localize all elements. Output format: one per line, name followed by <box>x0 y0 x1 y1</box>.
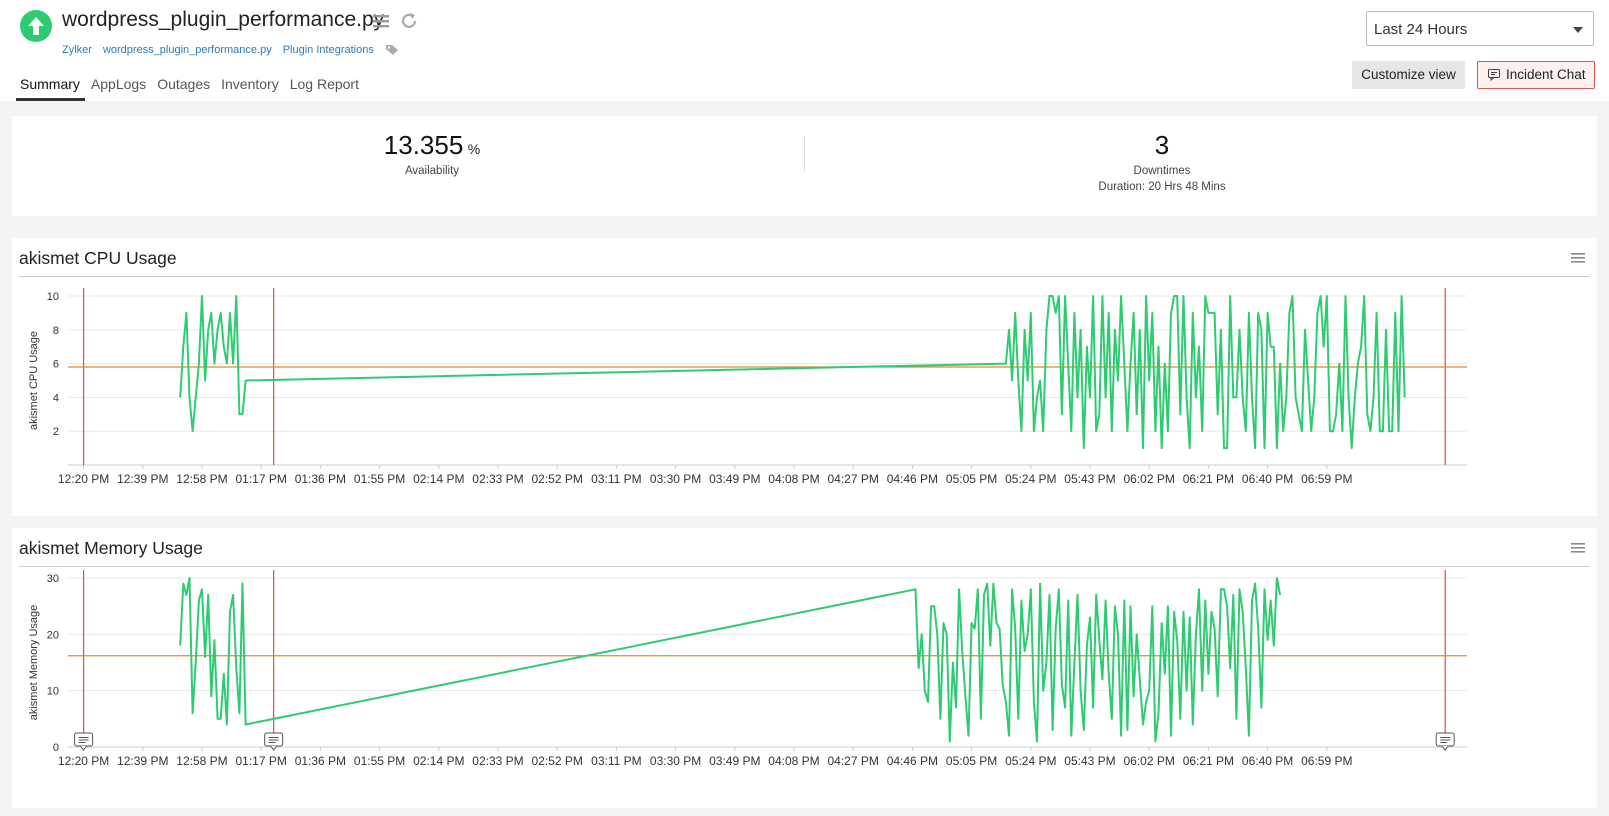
downtimes-label: Downtimes <box>1133 165 1191 177</box>
y-tick-label: 0 <box>53 742 59 754</box>
tag-icon[interactable] <box>385 44 399 56</box>
x-tick-label: 05:24 PM <box>1005 754 1056 768</box>
link-monitor[interactable]: wordpress_plugin_performance.py <box>103 44 272 56</box>
menu-icon[interactable] <box>372 12 390 30</box>
stats-divider <box>804 136 805 171</box>
x-tick-label: 03:11 PM <box>591 472 641 486</box>
x-tick-label: 05:43 PM <box>1064 472 1115 486</box>
x-tick-label: 03:49 PM <box>709 754 760 768</box>
x-tick-label: 06:40 PM <box>1242 472 1293 486</box>
x-tick-label: 06:21 PM <box>1183 472 1234 486</box>
x-tick-label: 12:20 PM <box>58 472 109 486</box>
memory-usage-chart: 0 10 20 30 akismet Memory Usage 12:20 PM 12:39… <box>28 570 1467 768</box>
tab-outages[interactable]: Outages <box>153 74 215 101</box>
y-tick-label: 4 <box>53 392 59 404</box>
availability-value: 13.355 <box>383 130 464 160</box>
downtime-duration: Duration: 20 Hrs 48 Mins <box>1098 181 1226 193</box>
x-tick-label: 02:52 PM <box>531 472 582 486</box>
header: wordpress_plugin_performance.py Zylker w… <box>0 0 1609 101</box>
incident-chat-label: Incident Chat <box>1506 67 1586 82</box>
x-tick-label: 03:49 PM <box>709 472 760 486</box>
tab-inventory[interactable]: Inventory <box>217 74 284 101</box>
x-tick-label: 02:33 PM <box>472 472 523 486</box>
x-tick-label: 04:27 PM <box>827 754 878 768</box>
availability-stat: 13.355 % Availability <box>332 130 532 177</box>
stats-panel: 13.355 % Availability 3 Downtimes Durati… <box>12 116 1597 216</box>
x-tick-label: 02:52 PM <box>531 754 582 768</box>
downtimes-stat: 3 Downtimes Duration: 20 Hrs 48 Mins <box>1062 130 1262 193</box>
x-tick-label: 03:11 PM <box>591 754 641 768</box>
y-tick-label: 2 <box>53 426 59 438</box>
x-tick-label: 12:58 PM <box>176 472 227 486</box>
x-tick-label: 04:27 PM <box>827 472 878 486</box>
x-tick-label: 06:02 PM <box>1123 754 1174 768</box>
y-tick-label: 6 <box>53 359 59 371</box>
series-line <box>179 295 1406 450</box>
tab-applogs[interactable]: AppLogs <box>87 74 151 101</box>
x-tick-label: 01:36 PM <box>295 472 346 486</box>
incident-chat-button[interactable]: Incident Chat <box>1477 61 1595 89</box>
y-tick-label: 10 <box>47 291 59 303</box>
y-axis-title: akismet Memory Usage <box>28 605 40 721</box>
availability-unit: % <box>467 141 481 157</box>
x-tick-label: 06:02 PM <box>1123 472 1174 486</box>
cpu-usage-chart: 2 4 6 8 10 akismet CPU Usage 12:20 PM 12:39 PM 1… <box>28 288 1467 486</box>
availability-label: Availability <box>404 165 460 177</box>
x-tick-label: 04:08 PM <box>768 472 819 486</box>
x-tick-label: 01:17 PM <box>235 754 286 768</box>
x-tick-label: 04:46 PM <box>887 472 938 486</box>
x-tick-label: 01:55 PM <box>354 754 405 768</box>
x-tick-label: 06:21 PM <box>1183 754 1234 768</box>
status-up-icon <box>20 10 52 42</box>
cpu-usage-panel: akismet CPU Usage 2 4 6 8 10 akismet CPU Usag… <box>12 238 1597 516</box>
y-tick-label: 30 <box>47 573 59 585</box>
time-range-select[interactable]: Last 24 Hours <box>1366 11 1594 46</box>
x-tick-label: 01:17 PM <box>235 472 286 486</box>
x-tick-label: 05:43 PM <box>1064 754 1115 768</box>
x-tick-label: 04:46 PM <box>887 754 938 768</box>
x-tick-label: 12:39 PM <box>117 472 168 486</box>
x-tick-label: 05:24 PM <box>1005 472 1056 486</box>
x-tick-label: 05:05 PM <box>946 472 997 486</box>
x-tick-label: 12:58 PM <box>176 754 227 768</box>
x-tick-label: 06:40 PM <box>1242 754 1293 768</box>
downtimes-value: 3 <box>1154 130 1170 160</box>
x-tick-label: 05:05 PM <box>946 754 997 768</box>
y-tick-label: 10 <box>47 686 59 698</box>
y-tick-label: 8 <box>53 325 59 337</box>
y-tick-label: 20 <box>47 629 59 641</box>
x-tick-label: 12:20 PM <box>58 754 109 768</box>
link-plugin-integrations[interactable]: Plugin Integrations <box>283 44 374 56</box>
tab-bar: Summary AppLogs Outages Inventory Log Re… <box>16 74 366 101</box>
tab-summary[interactable]: Summary <box>16 74 85 101</box>
x-tick-label: 12:39 PM <box>117 754 168 768</box>
refresh-icon[interactable] <box>400 12 418 30</box>
x-tick-label: 02:14 PM <box>413 472 464 486</box>
memory-usage-panel: akismet Memory Usage 0 10 20 30 akismet Memo… <box>12 528 1597 808</box>
x-tick-label: 01:55 PM <box>354 472 405 486</box>
x-tick-label: 02:14 PM <box>413 754 464 768</box>
customize-view-button[interactable]: Customize view <box>1352 61 1465 89</box>
x-tick-label: 06:59 PM <box>1301 472 1352 486</box>
time-range-value: Last 24 Hours <box>1374 21 1468 38</box>
series-line <box>179 577 1282 743</box>
x-tick-label: 04:08 PM <box>768 754 819 768</box>
x-tick-label: 01:36 PM <box>295 754 346 768</box>
chevron-down-icon <box>1573 27 1583 33</box>
x-tick-label: 06:59 PM <box>1301 754 1352 768</box>
y-axis-title: akismet CPU Usage <box>28 331 40 430</box>
chat-icon <box>1488 69 1500 81</box>
page-title: wordpress_plugin_performance.py <box>62 8 385 31</box>
x-tick-label: 02:33 PM <box>472 754 523 768</box>
x-tick-label: 03:30 PM <box>650 472 701 486</box>
tab-log-report[interactable]: Log Report <box>286 74 364 101</box>
breadcrumb: Zylker wordpress_plugin_performance.py P… <box>62 44 399 56</box>
link-zylker[interactable]: Zylker <box>62 44 92 56</box>
x-tick-label: 03:30 PM <box>650 754 701 768</box>
